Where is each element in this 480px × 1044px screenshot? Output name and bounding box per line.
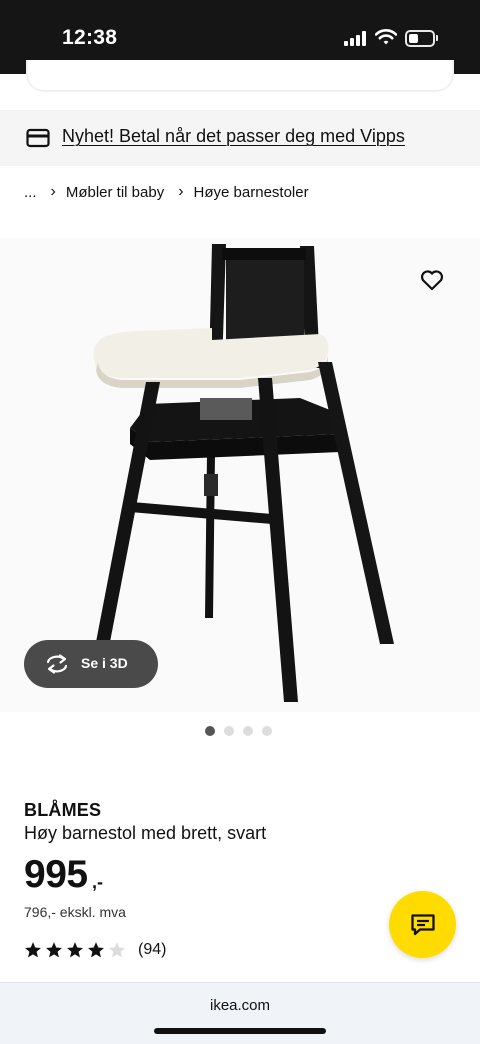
breadcrumb-item-baby-furniture[interactable]: Møbler til baby (66, 184, 164, 201)
price-excluding-vat: 796,- ekskl. mva (24, 904, 126, 920)
pagination-dot[interactable] (262, 726, 272, 736)
star-empty-icon (109, 942, 125, 958)
product-rating[interactable]: (94) (24, 941, 166, 959)
chevron-right-icon: › (50, 183, 56, 200)
chevron-right-icon: › (178, 183, 184, 200)
breadcrumb: ... › Møbler til baby › Høye barnestoler (24, 182, 309, 202)
image-pagination (205, 726, 272, 736)
product-description: Høy barnestol med brett, svart (24, 823, 267, 843)
view-in-3d-label: Se i 3D (81, 655, 128, 671)
breadcrumb-ellipsis[interactable]: ... (24, 184, 37, 201)
pagination-dot[interactable] (224, 726, 234, 736)
pagination-dot[interactable] (243, 726, 253, 736)
vipps-banner[interactable]: Nyhet! Betal når det passer deg med Vipp… (0, 110, 480, 166)
review-count[interactable]: (94) (138, 941, 166, 959)
product-name: BLÅMES (24, 800, 102, 820)
card-icon (26, 128, 50, 148)
star-icon (67, 942, 83, 958)
star-icon (46, 942, 62, 958)
browser-address-bar[interactable]: ikea.com (0, 982, 480, 1044)
breadcrumb-item-high-chairs[interactable]: Høye barnestoler (194, 184, 309, 201)
status-time: 12:38 (62, 26, 118, 49)
chat-button[interactable] (389, 891, 456, 958)
signal-icon (344, 31, 366, 46)
price-suffix: ,- (92, 872, 103, 892)
home-indicator (154, 1028, 326, 1034)
heart-icon (420, 270, 444, 291)
chat-icon (410, 913, 435, 935)
rotate-icon (46, 654, 68, 674)
url-text[interactable]: ikea.com (0, 997, 480, 1014)
battery-icon (405, 30, 435, 47)
favorite-button[interactable] (414, 262, 450, 298)
wifi-icon (375, 29, 397, 45)
view-in-3d-button[interactable]: Se i 3D (24, 640, 158, 688)
pagination-dot[interactable] (205, 726, 215, 736)
star-icon (25, 942, 41, 958)
product-price: 995 (24, 853, 88, 896)
star-icon (88, 942, 104, 958)
vipps-banner-link[interactable]: Nyhet! Betal når det passer deg med Vipp… (62, 126, 405, 147)
search-bar[interactable] (26, 60, 454, 92)
